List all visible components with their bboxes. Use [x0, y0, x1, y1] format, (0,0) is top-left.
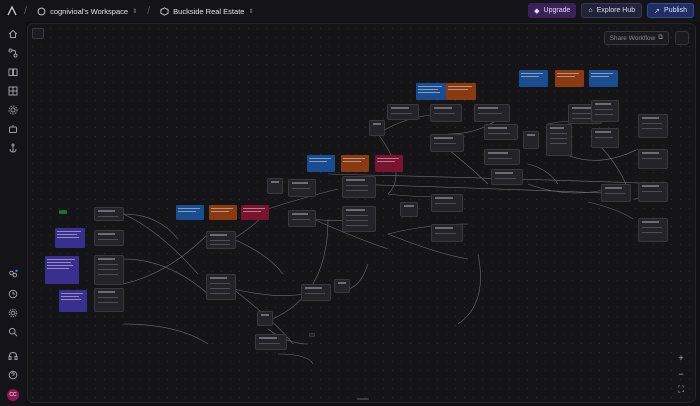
zoom-out-button[interactable]: − — [674, 368, 688, 380]
breadcrumb-separator: / — [24, 5, 28, 17]
help-icon[interactable] — [7, 369, 19, 381]
workflow-node[interactable] — [638, 149, 668, 169]
zoom-in-button[interactable]: + — [674, 352, 688, 364]
workflow-node[interactable] — [638, 182, 668, 202]
upgrade-button[interactable]: ◆ Upgrade — [528, 3, 577, 18]
project-selector[interactable]: Buckside Real Estate ⇕ — [156, 5, 257, 18]
workflow-node[interactable] — [206, 231, 236, 249]
publish-button[interactable]: ➚ Publish — [647, 3, 694, 18]
workflow-node[interactable] — [430, 104, 462, 122]
workflow-node[interactable] — [94, 230, 124, 246]
bot-icon[interactable] — [7, 123, 19, 135]
sidebar — [0, 22, 26, 406]
chevron-updown-icon: ⇕ — [132, 8, 138, 15]
workflow-node[interactable] — [431, 224, 463, 242]
diamond-icon: ◆ — [534, 7, 540, 15]
flows-icon[interactable] — [7, 47, 19, 59]
hub-icon: ⌂ — [588, 7, 593, 14]
breadcrumb-separator: / — [147, 5, 151, 17]
workflow-node[interactable] — [301, 284, 331, 301]
canvas-scrollbar[interactable] — [357, 398, 369, 400]
workflow-node[interactable] — [94, 288, 124, 312]
workflow-node[interactable] — [638, 114, 668, 138]
grid-icon[interactable] — [7, 85, 19, 97]
note-card[interactable] — [375, 155, 403, 172]
workflow-node[interactable] — [206, 274, 236, 300]
workflow-node[interactable] — [638, 218, 668, 242]
search-icon[interactable] — [7, 326, 19, 338]
note-card[interactable] — [59, 210, 67, 214]
home-icon[interactable] — [7, 28, 19, 40]
note-card[interactable] — [519, 70, 548, 87]
top-bar: / cognivioal's Workspace ⇕ / Buckside Re… — [0, 0, 700, 22]
note-card[interactable] — [241, 205, 269, 220]
logo-icon[interactable] — [6, 5, 18, 17]
note-card[interactable] — [555, 70, 584, 87]
history-icon[interactable] — [7, 288, 19, 300]
note-card[interactable] — [209, 205, 237, 220]
workflow-node[interactable] — [491, 169, 523, 185]
workflow-node[interactable] — [255, 334, 287, 350]
note-card[interactable] — [341, 155, 369, 172]
avatar[interactable]: CC — [7, 389, 19, 401]
settings-icon[interactable] — [7, 104, 19, 116]
headset-icon[interactable] — [7, 350, 19, 362]
workflow-node[interactable] — [474, 104, 510, 122]
note-card[interactable] — [307, 155, 335, 172]
gear-icon[interactable] — [7, 307, 19, 319]
publish-label: Publish — [664, 7, 687, 14]
workspace-name: cognivioal's Workspace — [50, 6, 129, 16]
note-card[interactable] — [55, 228, 85, 248]
chevron-updown-icon: ⇕ — [248, 8, 254, 15]
workflow-node[interactable] — [369, 120, 385, 136]
team-icon[interactable] — [7, 268, 19, 280]
workflow-node[interactable] — [591, 128, 619, 148]
workflow-node[interactable] — [430, 134, 464, 152]
workflow-node[interactable] — [342, 206, 376, 232]
workflow-node[interactable] — [484, 149, 520, 165]
note-card[interactable] — [176, 205, 204, 220]
note-card[interactable] — [416, 83, 446, 100]
workflow-node[interactable] — [288, 179, 316, 197]
project-icon — [160, 6, 169, 16]
workflow-node[interactable] — [400, 202, 418, 217]
workflow-node[interactable] — [431, 194, 463, 212]
note-card[interactable] — [59, 290, 87, 312]
explore-hub-button[interactable]: ⌂ Explore Hub — [581, 3, 643, 18]
workflow-node[interactable] — [334, 279, 350, 293]
workspace-selector[interactable]: cognivioal's Workspace ⇕ — [33, 5, 141, 18]
note-card[interactable] — [589, 70, 618, 87]
workflow-node[interactable] — [591, 100, 619, 122]
rocket-icon: ➚ — [654, 7, 661, 15]
workflow-node[interactable] — [601, 184, 631, 202]
workflow-node[interactable] — [523, 131, 539, 149]
note-card[interactable] — [45, 256, 79, 284]
workflow-node[interactable] — [387, 104, 419, 120]
note-card[interactable] — [446, 83, 476, 100]
fit-view-button[interactable]: ⛶ — [674, 383, 688, 395]
workflow-node[interactable] — [94, 255, 124, 285]
workspace-icon — [37, 7, 46, 15]
workflow-node[interactable] — [257, 311, 273, 326]
book-icon[interactable] — [7, 66, 19, 78]
workflow-node[interactable] — [267, 178, 283, 194]
upgrade-label: Upgrade — [543, 7, 571, 14]
workflow-node[interactable] — [288, 210, 316, 227]
workflow-node[interactable] — [546, 124, 572, 156]
workflow-node[interactable] — [484, 124, 518, 140]
workflow-node[interactable] — [94, 207, 124, 221]
anchor-icon[interactable] — [7, 142, 19, 154]
explore-label: Explore Hub — [596, 7, 636, 14]
workflow-node[interactable] — [342, 176, 376, 198]
project-name: Buckside Real Estate — [173, 6, 245, 16]
workflow-node[interactable] — [309, 333, 315, 337]
workflow-canvas[interactable]: Share Workflow ⧉ + − ⛶ — [27, 23, 696, 403]
